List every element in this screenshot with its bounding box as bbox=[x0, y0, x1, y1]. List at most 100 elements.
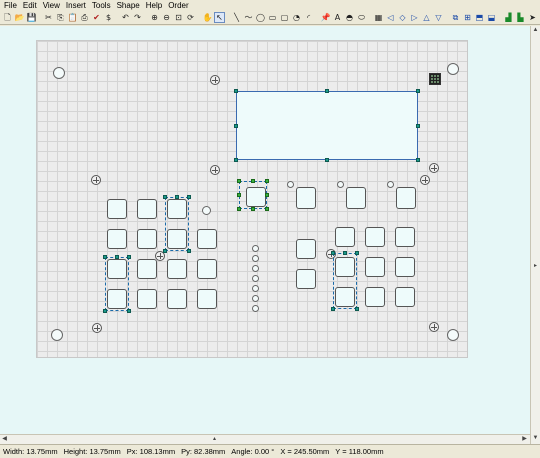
keypad-key[interactable] bbox=[197, 289, 217, 309]
selection-handle[interactable] bbox=[175, 195, 179, 199]
undo-icon[interactable]: ↶ bbox=[120, 12, 131, 23]
polyline-icon[interactable]: 〜 bbox=[243, 12, 254, 23]
scroll-thumb[interactable]: ▴ bbox=[210, 435, 219, 444]
order-back-icon[interactable]: ⬓ bbox=[486, 12, 497, 23]
ellipse-icon[interactable]: ◯ bbox=[255, 12, 266, 23]
selection-handle[interactable] bbox=[331, 307, 335, 311]
selection-handle[interactable] bbox=[103, 309, 107, 313]
screw-marker[interactable] bbox=[210, 75, 220, 85]
selection-handle[interactable] bbox=[127, 309, 131, 313]
arc-icon[interactable]: ◜ bbox=[303, 12, 314, 23]
mounting-hole[interactable] bbox=[53, 67, 65, 79]
selection-handle[interactable] bbox=[237, 179, 241, 183]
front-panel-icon[interactable]: ▟ bbox=[503, 12, 514, 23]
keypad-key[interactable] bbox=[395, 287, 415, 307]
scroll-left-arrow-icon[interactable]: ◀ bbox=[0, 435, 9, 444]
menu-order[interactable]: Order bbox=[166, 0, 192, 11]
keypad-key[interactable] bbox=[107, 199, 127, 219]
screw-marker[interactable] bbox=[210, 165, 220, 175]
macro-icon[interactable]: ⬭ bbox=[356, 12, 367, 23]
print-icon[interactable]: ⎙ bbox=[79, 12, 90, 23]
keypad-key[interactable] bbox=[396, 187, 416, 209]
pointer-icon[interactable]: ↖ bbox=[214, 12, 225, 23]
scroll-right-arrow-icon[interactable]: ▶ bbox=[520, 435, 529, 444]
selection-handle[interactable] bbox=[355, 251, 359, 255]
selection-handle[interactable] bbox=[325, 89, 329, 93]
selection-handle[interactable] bbox=[343, 251, 347, 255]
keypad-key[interactable] bbox=[365, 227, 385, 247]
selection-handle[interactable] bbox=[163, 249, 167, 253]
led-hole[interactable] bbox=[252, 285, 259, 292]
menu-help[interactable]: Help bbox=[144, 0, 166, 11]
scroll-up-arrow-icon[interactable]: ▲ bbox=[531, 26, 540, 35]
text-icon[interactable]: A bbox=[332, 12, 343, 23]
front-panel[interactable] bbox=[36, 40, 468, 358]
keypad-key[interactable] bbox=[335, 227, 355, 247]
selection-handle[interactable] bbox=[234, 158, 238, 162]
selection-handle[interactable] bbox=[265, 179, 269, 183]
small-hole[interactable] bbox=[337, 181, 344, 188]
selection-handle[interactable] bbox=[103, 255, 107, 259]
drawing-canvas[interactable] bbox=[0, 26, 530, 434]
align-left-icon[interactable]: ◁ bbox=[385, 12, 396, 23]
keypad-key[interactable] bbox=[197, 259, 217, 279]
screw-marker[interactable] bbox=[429, 163, 439, 173]
keypad-key[interactable] bbox=[137, 289, 157, 309]
keypad-key[interactable] bbox=[137, 259, 157, 279]
keypad-key[interactable] bbox=[346, 187, 366, 209]
small-hole[interactable] bbox=[202, 206, 211, 215]
selection-box[interactable] bbox=[165, 197, 189, 251]
keypad-key[interactable] bbox=[296, 187, 316, 209]
screw-marker[interactable] bbox=[92, 323, 102, 333]
vertical-scrollbar[interactable]: ▲ ▸ ▼ bbox=[530, 26, 540, 444]
led-hole[interactable] bbox=[252, 295, 259, 302]
align-top-icon[interactable]: △ bbox=[421, 12, 432, 23]
new-icon[interactable]: 🗋 bbox=[2, 12, 13, 23]
ungroup-icon[interactable]: ⊞ bbox=[462, 12, 473, 23]
selection-handle[interactable] bbox=[251, 179, 255, 183]
menu-edit[interactable]: Edit bbox=[21, 0, 41, 11]
selection-handle[interactable] bbox=[115, 255, 119, 259]
display-cutout[interactable] bbox=[236, 91, 418, 160]
zoom-out-icon[interactable]: ⊖ bbox=[161, 12, 172, 23]
led-hole[interactable] bbox=[252, 265, 259, 272]
menu-view[interactable]: View bbox=[41, 0, 64, 11]
keypad-key[interactable] bbox=[365, 257, 385, 277]
keypad-key[interactable] bbox=[395, 227, 415, 247]
redo-icon[interactable]: ↷ bbox=[132, 12, 143, 23]
rotate-icon[interactable]: ⟳ bbox=[185, 12, 196, 23]
group-icon[interactable]: ⧉ bbox=[450, 12, 461, 23]
screw-marker[interactable] bbox=[429, 322, 439, 332]
selection-handle[interactable] bbox=[265, 207, 269, 211]
mounting-hole[interactable] bbox=[447, 63, 459, 75]
keypad-key[interactable] bbox=[197, 229, 217, 249]
selection-handle[interactable] bbox=[163, 195, 167, 199]
keypad-key[interactable] bbox=[137, 229, 157, 249]
selection-handle[interactable] bbox=[265, 193, 269, 197]
small-hole[interactable] bbox=[287, 181, 294, 188]
spellcheck-icon[interactable]: ✔ bbox=[91, 12, 102, 23]
menu-insert[interactable]: Insert bbox=[64, 0, 90, 11]
keypad-key[interactable] bbox=[167, 259, 187, 279]
selection-handle[interactable] bbox=[237, 193, 241, 197]
led-hole[interactable] bbox=[252, 275, 259, 282]
save-icon[interactable]: 💾 bbox=[26, 12, 37, 23]
keypad-key[interactable] bbox=[296, 269, 316, 289]
back-panel-icon[interactable]: ▙ bbox=[515, 12, 526, 23]
grid-toggle-icon[interactable]: ▦ bbox=[373, 12, 384, 23]
cut-icon[interactable]: ✂ bbox=[43, 12, 54, 23]
screw-marker[interactable] bbox=[420, 175, 430, 185]
selection-handle[interactable] bbox=[331, 251, 335, 255]
keypad-key[interactable] bbox=[167, 289, 187, 309]
menu-tools[interactable]: Tools bbox=[90, 0, 115, 11]
selection-handle[interactable] bbox=[416, 158, 420, 162]
led-hole[interactable] bbox=[252, 245, 259, 252]
selection-handle[interactable] bbox=[355, 307, 359, 311]
scroll-down-arrow-icon[interactable]: ▼ bbox=[531, 434, 540, 443]
order-front-icon[interactable]: ⬒ bbox=[474, 12, 485, 23]
selection-handle[interactable] bbox=[187, 195, 191, 199]
mounting-hole[interactable] bbox=[51, 329, 63, 341]
selection-handle[interactable] bbox=[187, 249, 191, 253]
selection-handle[interactable] bbox=[251, 207, 255, 211]
keypad-key[interactable] bbox=[365, 287, 385, 307]
